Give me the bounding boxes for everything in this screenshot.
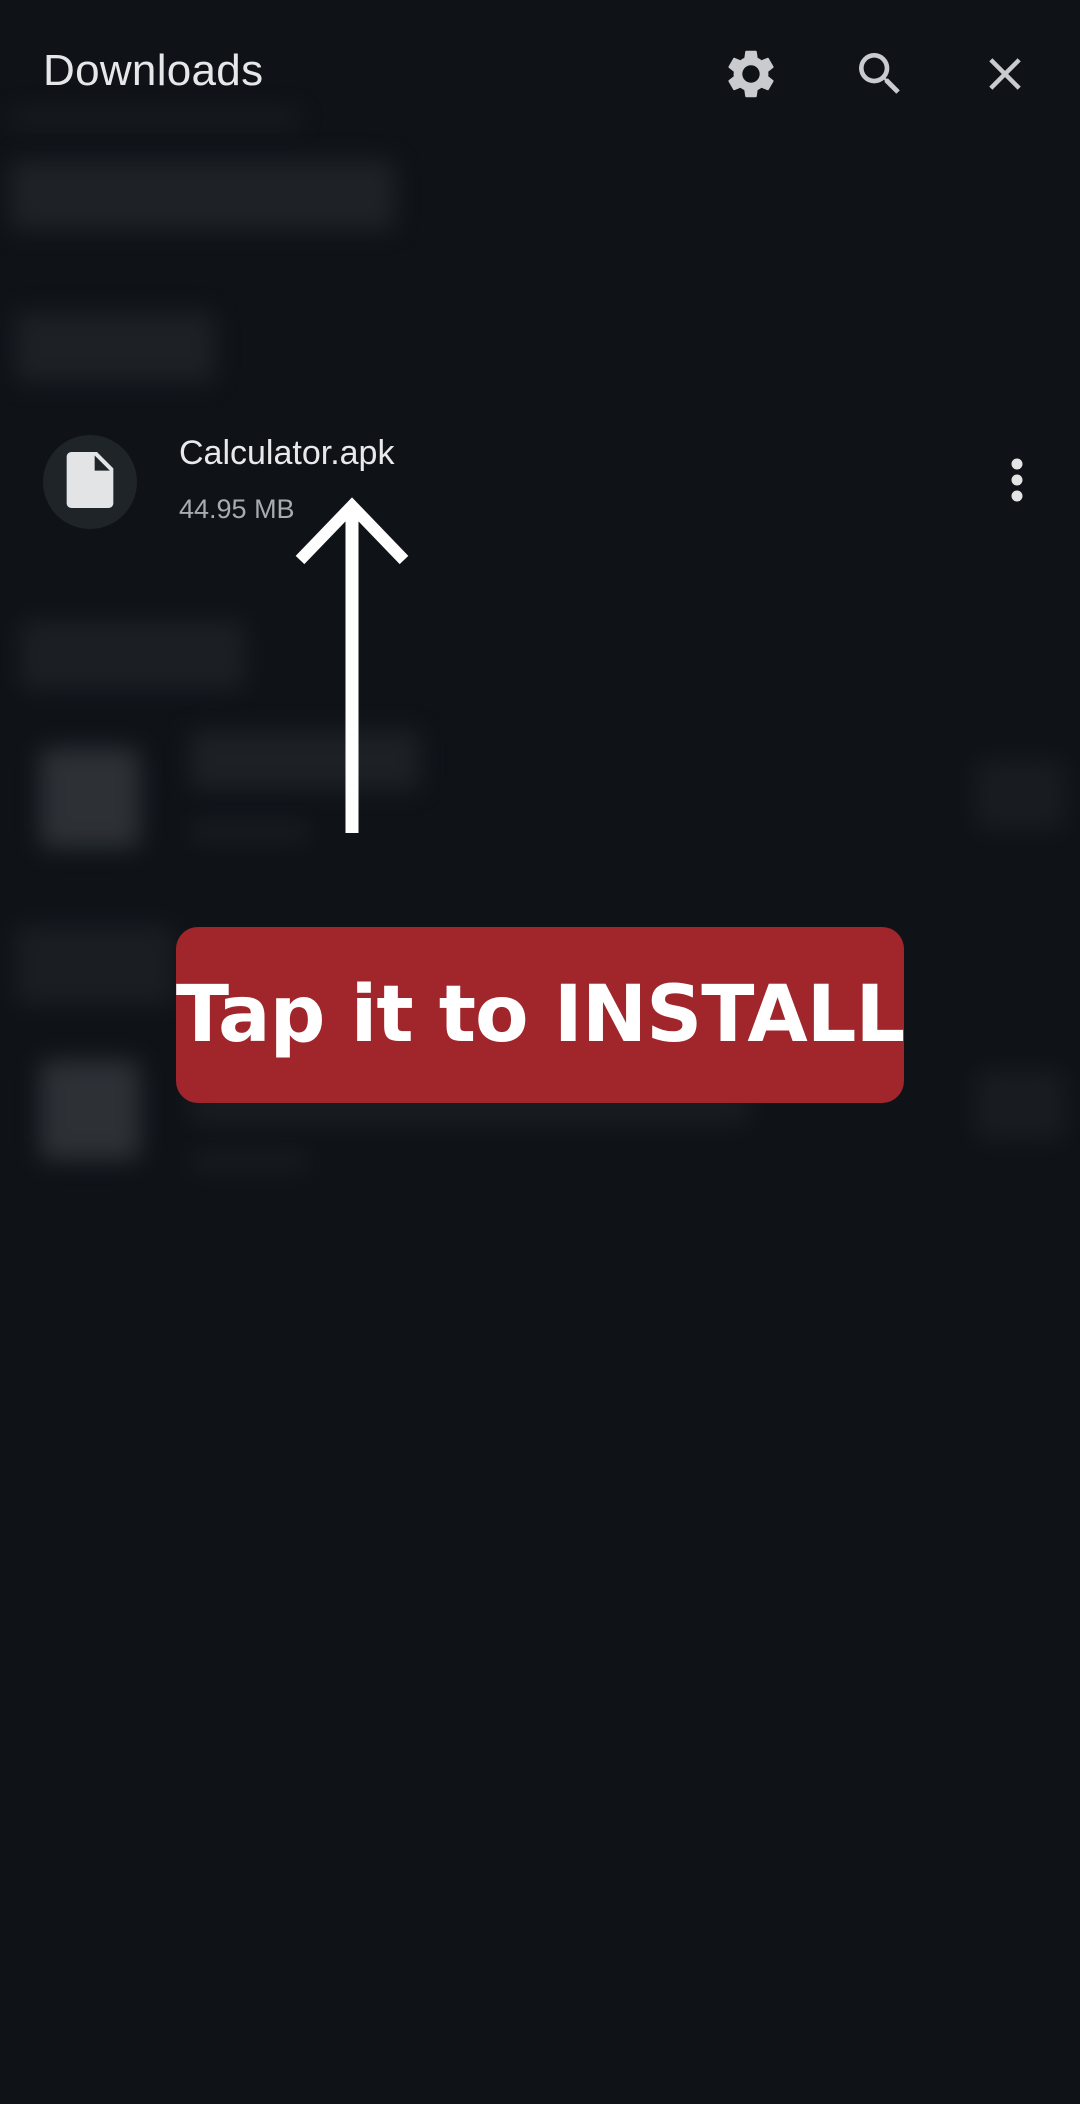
downloads-screen: Downloads Calculator.apk 44.95 MB Tap it… <box>0 0 1080 2104</box>
gear-icon <box>722 45 780 103</box>
app-header: Downloads <box>0 0 1080 150</box>
settings-button[interactable] <box>713 36 789 112</box>
blurred-section-label <box>15 312 215 382</box>
install-callout-banner: Tap it to INSTALL <box>175 927 905 1103</box>
file-thumbnail <box>43 435 137 529</box>
blurred-heading-line <box>10 112 300 124</box>
search-icon <box>852 46 908 102</box>
blurred-text <box>190 1150 310 1172</box>
search-button[interactable] <box>842 36 918 112</box>
file-icon <box>65 451 115 513</box>
blurred-action <box>975 1070 1065 1140</box>
more-vert-icon <box>1010 457 1024 508</box>
page-title: Downloads <box>43 46 264 95</box>
blurred-action <box>975 760 1065 830</box>
blurred-thumbnail <box>40 748 140 848</box>
more-options-button[interactable] <box>985 442 1049 522</box>
close-icon <box>978 47 1032 101</box>
up-arrow-icon <box>290 490 410 840</box>
download-item[interactable]: Calculator.apk 44.95 MB <box>0 420 1080 544</box>
callout-text: Tap it to INSTALL <box>175 970 905 1060</box>
close-button[interactable] <box>967 36 1043 112</box>
file-name: Calculator.apk <box>179 434 395 472</box>
blurred-thumbnail <box>40 1060 140 1160</box>
blurred-section-label <box>20 620 245 690</box>
blurred-banner <box>10 160 395 230</box>
blurred-section-label <box>15 925 175 1005</box>
file-size: 44.95 MB <box>179 494 295 524</box>
